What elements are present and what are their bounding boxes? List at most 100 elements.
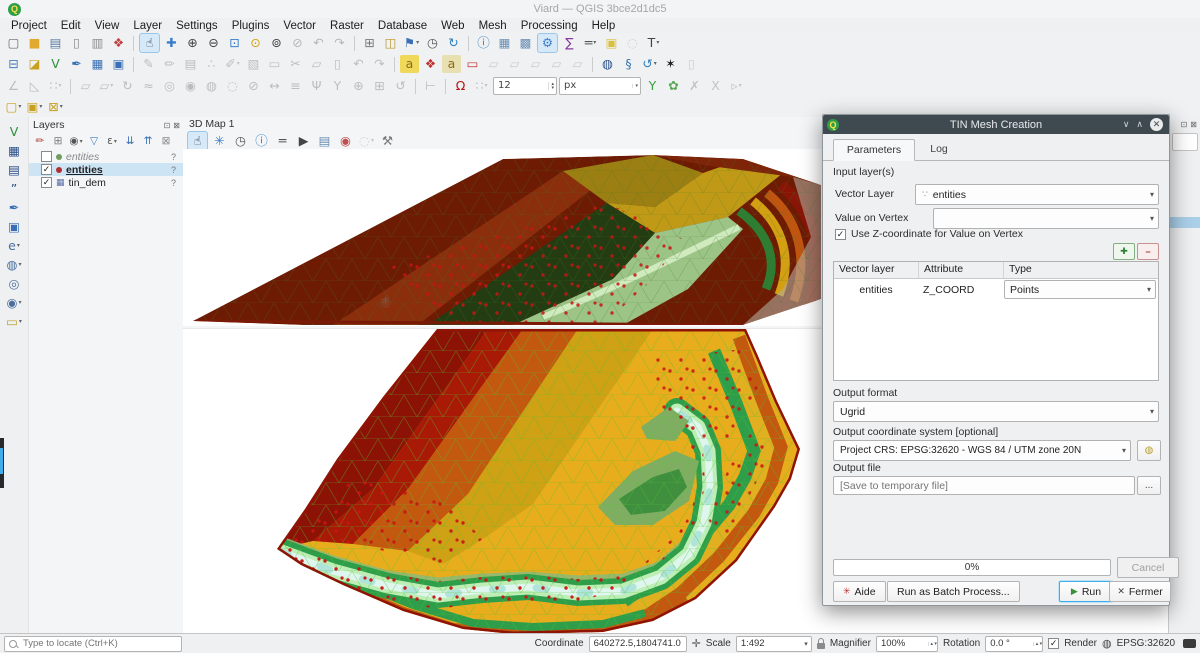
dropdown-icon[interactable]: ▾ (416, 40, 419, 46)
output-crs-combo[interactable]: Project CRS: EPSG:32620 - WGS 84 / UTM z… (833, 440, 1131, 461)
open-attribute-table-button[interactable]: ▦ (495, 34, 514, 52)
cell-type-combo[interactable]: Points (1004, 280, 1156, 299)
new-print-layout-button[interactable]: ▯ (67, 34, 86, 52)
dropdown-icon[interactable]: ▾ (17, 243, 20, 249)
panel-selected-row[interactable] (1169, 217, 1200, 228)
dropdown-icon[interactable]: ▾ (80, 139, 83, 145)
menu-item-web[interactable]: Web (434, 20, 471, 32)
dialog-titlebar[interactable]: Q TIN Mesh Creation ∨ ∧ ✕ (823, 115, 1169, 134)
scale-combo[interactable]: 1:492 (736, 636, 812, 652)
new-shapefile-layer-button[interactable]: V (46, 55, 65, 73)
dropdown-icon[interactable]: ▾ (656, 40, 659, 46)
identify-features-button[interactable]: ⓘ (474, 34, 493, 52)
camera-pan-button[interactable]: ☝ (187, 131, 208, 151)
new-project-button[interactable]: ▢ (4, 34, 23, 52)
field-calculator-button[interactable]: ▩ (516, 34, 535, 52)
epsg-globe-icon[interactable]: ◍ (1102, 637, 1112, 650)
vertex-layers-table[interactable]: Vector layer Attribute Type entities Z_C… (833, 261, 1159, 381)
filter-legend-button[interactable]: ▽ (86, 134, 102, 149)
messages-icon[interactable] (1183, 639, 1196, 648)
output-format-combo[interactable]: Ugrid (833, 401, 1159, 422)
remove-layer-button[interactable]: ⊠ (158, 134, 174, 149)
style-manager-button[interactable]: ❖ (109, 34, 128, 52)
layer-item-entities[interactable]: entities ? (29, 163, 184, 176)
zoom-full-3d-button[interactable]: ✳ (210, 132, 229, 150)
animation-temporal-button[interactable]: ◷ (231, 132, 250, 150)
dropdown-icon[interactable]: ▾ (632, 84, 638, 88)
open-layer-styling-button[interactable]: ✏ (32, 134, 48, 149)
dropdown-icon[interactable]: ▾ (18, 262, 21, 268)
text-annotation-button[interactable]: T▾ (644, 34, 663, 52)
menu-item-plugins[interactable]: Plugins (225, 20, 277, 32)
coordinate-input[interactable] (589, 636, 687, 652)
dropdown-icon[interactable]: ▾ (18, 300, 21, 306)
select-features-button[interactable]: ▢▾ (4, 98, 23, 116)
pin-labels-button[interactable]: a (442, 55, 461, 73)
run-button[interactable]: ▶ Run (1059, 581, 1113, 602)
panel-close-icon[interactable]: ⊠ (173, 121, 180, 130)
layout-manager-button[interactable]: ▥ (88, 34, 107, 52)
dropdown-icon[interactable]: ▾ (39, 104, 42, 110)
collapse-all-button[interactable]: ⇈ (140, 134, 156, 149)
add-wms-layer-button[interactable]: ◍▾ (5, 256, 24, 274)
use-z-coordinate-checkbox[interactable] (835, 229, 846, 240)
pan-to-selection-button[interactable]: ✚ (162, 34, 181, 52)
zoom-to-layer-button[interactable]: ⊚ (267, 34, 286, 52)
new-raster-layer-button[interactable]: ▦ (5, 142, 24, 160)
layer-visibility-checkbox[interactable] (41, 164, 52, 175)
save-as-image-button[interactable]: ▤ (315, 132, 334, 150)
spin-arrows-icon[interactable]: ▴ ▾ (548, 82, 554, 90)
open-project-button[interactable]: ■ (25, 34, 44, 52)
spatial-bookmarks-button[interactable]: ⚑▾ (402, 34, 421, 52)
dialog-dock-down-icon[interactable]: ∨ (1123, 119, 1130, 130)
panel-close-icon[interactable]: ⊠ (1190, 120, 1197, 129)
statistical-summary-button[interactable]: ∑ (560, 34, 579, 52)
dialog-dock-up-icon[interactable]: ∧ (1136, 119, 1143, 130)
add-postgis-layer-button[interactable]: e▾ (5, 237, 24, 255)
locator-input[interactable] (21, 637, 177, 650)
locator-search[interactable] (4, 636, 182, 652)
expand-all-button[interactable]: ⇊ (122, 134, 138, 149)
menu-item-project[interactable]: Project (4, 20, 54, 32)
menu-item-processing[interactable]: Processing (514, 20, 585, 32)
new-geopackage-layer-button[interactable]: ◪ (25, 55, 44, 73)
panel-float-icon[interactable]: ⊡ (164, 121, 171, 130)
menu-item-layer[interactable]: Layer (126, 20, 169, 32)
dropdown-icon[interactable]: ▾ (739, 83, 742, 89)
dropdown-icon[interactable]: ▾ (58, 83, 61, 89)
measure-button[interactable]: ═▾ (581, 34, 600, 52)
output-file-input[interactable] (833, 476, 1135, 495)
menu-item-mesh[interactable]: Mesh (472, 20, 514, 32)
dropdown-icon[interactable]: ▾ (60, 104, 63, 110)
menu-item-edit[interactable]: Edit (54, 20, 88, 32)
snap-tolerance-spinbox[interactable]: 12▴ ▾ (493, 77, 557, 95)
snap-unit-combo[interactable]: px▾ (559, 77, 641, 95)
add-wcs-layer-button[interactable]: ◎ (5, 275, 24, 293)
options-button[interactable]: ⚙ (537, 33, 558, 53)
dropdown-icon[interactable]: ▾ (484, 83, 487, 89)
rotation-spinbox[interactable]: 0.0 ° ▴ ▾ (985, 636, 1043, 652)
panel-float-icon[interactable]: ⊡ (1181, 120, 1188, 129)
add-virtual-layer-button[interactable]: ▣ (5, 218, 24, 236)
layer-labeling-button[interactable]: a (400, 55, 419, 73)
play-animation-button[interactable]: ▶ (294, 132, 313, 150)
dropdown-icon[interactable]: ▾ (371, 138, 374, 144)
pan-map-button[interactable]: ☝ (139, 33, 160, 53)
add-delimited-text-layer-button[interactable]: ✒ (5, 199, 24, 217)
python-console-button[interactable]: § (619, 55, 638, 73)
dropdown-icon[interactable]: ▾ (110, 83, 113, 89)
first-aid-debug-button[interactable]: ✶ (661, 55, 680, 73)
layer-visibility-checkbox[interactable] (41, 151, 52, 162)
epsg-label[interactable]: EPSG:32620 (1117, 638, 1175, 649)
hidden-dock-tab[interactable] (0, 438, 4, 488)
dropdown-icon[interactable]: ▾ (114, 139, 117, 145)
new-mesh-layer-rail-button[interactable]: ▤ (5, 161, 24, 179)
extents-icon[interactable]: ✛ (692, 637, 701, 650)
dropdown-icon[interactable]: ▾ (18, 104, 21, 110)
dropdown-icon[interactable]: ▾ (237, 61, 240, 67)
render-checkbox[interactable] (1048, 638, 1059, 649)
close-button[interactable]: ✕ Fermer (1109, 581, 1171, 602)
dropdown-icon[interactable]: ▾ (593, 40, 596, 46)
filter-by-expression-button[interactable]: ε▾ (104, 134, 120, 149)
vector-layer-combo[interactable]: ∵ entities (915, 184, 1159, 205)
